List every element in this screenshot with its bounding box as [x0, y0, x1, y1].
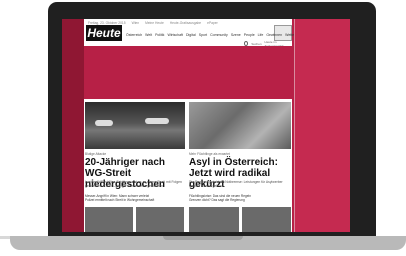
article-teaser: In einer WG in Wien-Brigittenau ist es z… — [85, 180, 182, 188]
related-links: Flüchtlingskrise: Das sind die neuen Reg… — [189, 194, 287, 203]
nav-item-szene[interactable]: Szene — [231, 33, 241, 37]
news-website: Freitag, 23. Oktober 2015 Wien Meine Heu… — [84, 19, 303, 232]
light-glare — [95, 120, 113, 126]
top-bar-my-heute[interactable]: Meine Heute — [145, 21, 164, 25]
article-thumbnail[interactable] — [242, 207, 291, 232]
laptop-screen: Freitag, 23. Oktober 2015 Wien Meine Heu… — [62, 19, 350, 232]
article-thumbnail[interactable] — [85, 207, 133, 232]
laptop-opening-notch — [163, 236, 243, 240]
nav-item-life[interactable]: Life — [258, 33, 264, 37]
article-kicker: Mehr Flüchtlinge als erwartet — [189, 152, 230, 156]
article-thumbnail[interactable] — [136, 207, 184, 232]
screen-right-panel — [294, 19, 350, 232]
nav-item-people[interactable]: People — [244, 33, 255, 37]
nav-item-gewinnen[interactable]: Gewinnen — [266, 33, 282, 37]
top-bar-region[interactable]: Wien — [132, 21, 140, 25]
article-teaser: Die Regierung zieht die Notbremse: Leist… — [189, 180, 283, 188]
nav-item-digital[interactable]: Digital — [186, 33, 196, 37]
top-bar-print-edition[interactable]: Heute-Gratisausgabe — [170, 21, 201, 25]
article-photo-left[interactable] — [85, 102, 185, 149]
nav-item-politik[interactable]: Politik — [155, 33, 164, 37]
related-link[interactable]: Polizei ermittelt nach Streit in Wohngem… — [85, 198, 183, 202]
light-glare — [145, 118, 169, 124]
nav-item-community[interactable]: Community — [210, 33, 228, 37]
main-nav: Österreich Welt Politik Wirtschaft Digit… — [126, 32, 303, 38]
ad-band — [84, 46, 292, 99]
nav-item-welt[interactable]: Welt — [145, 33, 152, 37]
article-thumbnail[interactable] — [189, 207, 239, 232]
nav-item-wirtschaft[interactable]: Wirtschaft — [167, 33, 183, 37]
related-link[interactable]: Grenzen dicht? Das sagt die Regierung — [189, 198, 287, 202]
nav-item-sport[interactable]: Sport — [199, 33, 207, 37]
search-label[interactable]: Suchen — [251, 42, 261, 46]
article-kicker: Blutige Attacke — [85, 152, 107, 156]
top-bar-epaper[interactable]: ePaper — [207, 21, 218, 25]
site-logo[interactable]: Heute — [86, 25, 122, 41]
related-links: Messer-Angriff in Wien: Mann schwer verl… — [85, 194, 183, 203]
news-grid: Blutige Attacke 20-Jähriger nach WG-Stre… — [84, 102, 292, 232]
screen-left-band — [62, 19, 84, 232]
article-photo-right[interactable] — [189, 102, 291, 149]
nav-item-oesterreich[interactable]: Österreich — [126, 33, 142, 37]
